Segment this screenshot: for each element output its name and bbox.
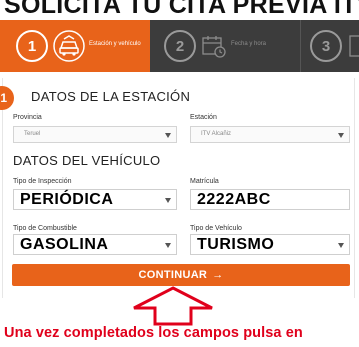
matricula-value: 2222ABC — [197, 191, 271, 208]
provincia-value: Teruel — [24, 131, 41, 137]
tipo-vehiculo-label: Tipo de Vehículo — [190, 225, 242, 232]
chevron-down-icon — [165, 133, 171, 138]
estacion-label: Estación — [190, 114, 217, 121]
chevron-down-icon — [165, 243, 171, 248]
tipo-vehiculo-select[interactable]: TURISMO — [190, 234, 350, 255]
tipo-vehiculo-value: TURISMO — [197, 236, 275, 253]
tipo-inspeccion-select[interactable]: PERIÓDICA — [13, 189, 177, 210]
step-1-station-vehicle[interactable]: 1 Estación y vehículo — [0, 20, 150, 72]
matricula-input[interactable]: 2222ABC — [190, 189, 350, 210]
page-headline: SOLICITA TU CITA PREVIA ITV — [4, 0, 359, 19]
step-2-label: Fecha y hora — [231, 41, 267, 47]
car-station-icon — [52, 29, 86, 68]
step-1-label: Estación y vehículo — [89, 41, 141, 47]
step-3-number: 3 — [310, 30, 342, 62]
vehicle-section-title: DATOS DEL VEHÍCULO — [13, 153, 161, 168]
provincia-label: Provincia — [13, 114, 42, 121]
combustible-value: GASOLINA — [20, 236, 109, 253]
chevron-down-icon — [338, 243, 344, 248]
instruction-caption: Una vez completados los campos pulsa en — [4, 325, 303, 341]
chevron-down-icon — [338, 133, 344, 138]
step-3[interactable]: 3 — [300, 20, 359, 72]
provincia-select[interactable]: Teruel — [13, 126, 177, 143]
matricula-label: Matrícula — [190, 178, 219, 185]
step-1-number: 1 — [16, 30, 48, 62]
continue-button[interactable]: CONTINUAR → — [12, 264, 350, 286]
combustible-label: Tipo de Combustible — [13, 225, 77, 232]
combustible-select[interactable]: GASOLINA — [13, 234, 177, 255]
continue-button-label: CONTINUAR — [138, 269, 208, 281]
step-2-number: 2 — [164, 30, 196, 62]
arrow-right-icon: → — [212, 269, 224, 281]
tipo-inspeccion-value: PERIÓDICA — [20, 191, 114, 208]
chevron-down-icon — [165, 198, 171, 203]
calendar-icon — [200, 33, 226, 64]
step-3-partial-icon — [348, 34, 359, 63]
estacion-select[interactable]: ITV Alcañiz — [190, 126, 350, 143]
progress-stepper: 1 Estación y vehículo 2 Fecha y hora 3 — [0, 20, 359, 72]
station-section-title: DATOS DE LA ESTACIÓN — [31, 89, 191, 104]
estacion-value: ITV Alcañiz — [201, 131, 232, 137]
tipo-inspeccion-label: Tipo de Inspección — [13, 178, 72, 185]
step-2-date-time[interactable]: 2 Fecha y hora — [150, 20, 300, 72]
